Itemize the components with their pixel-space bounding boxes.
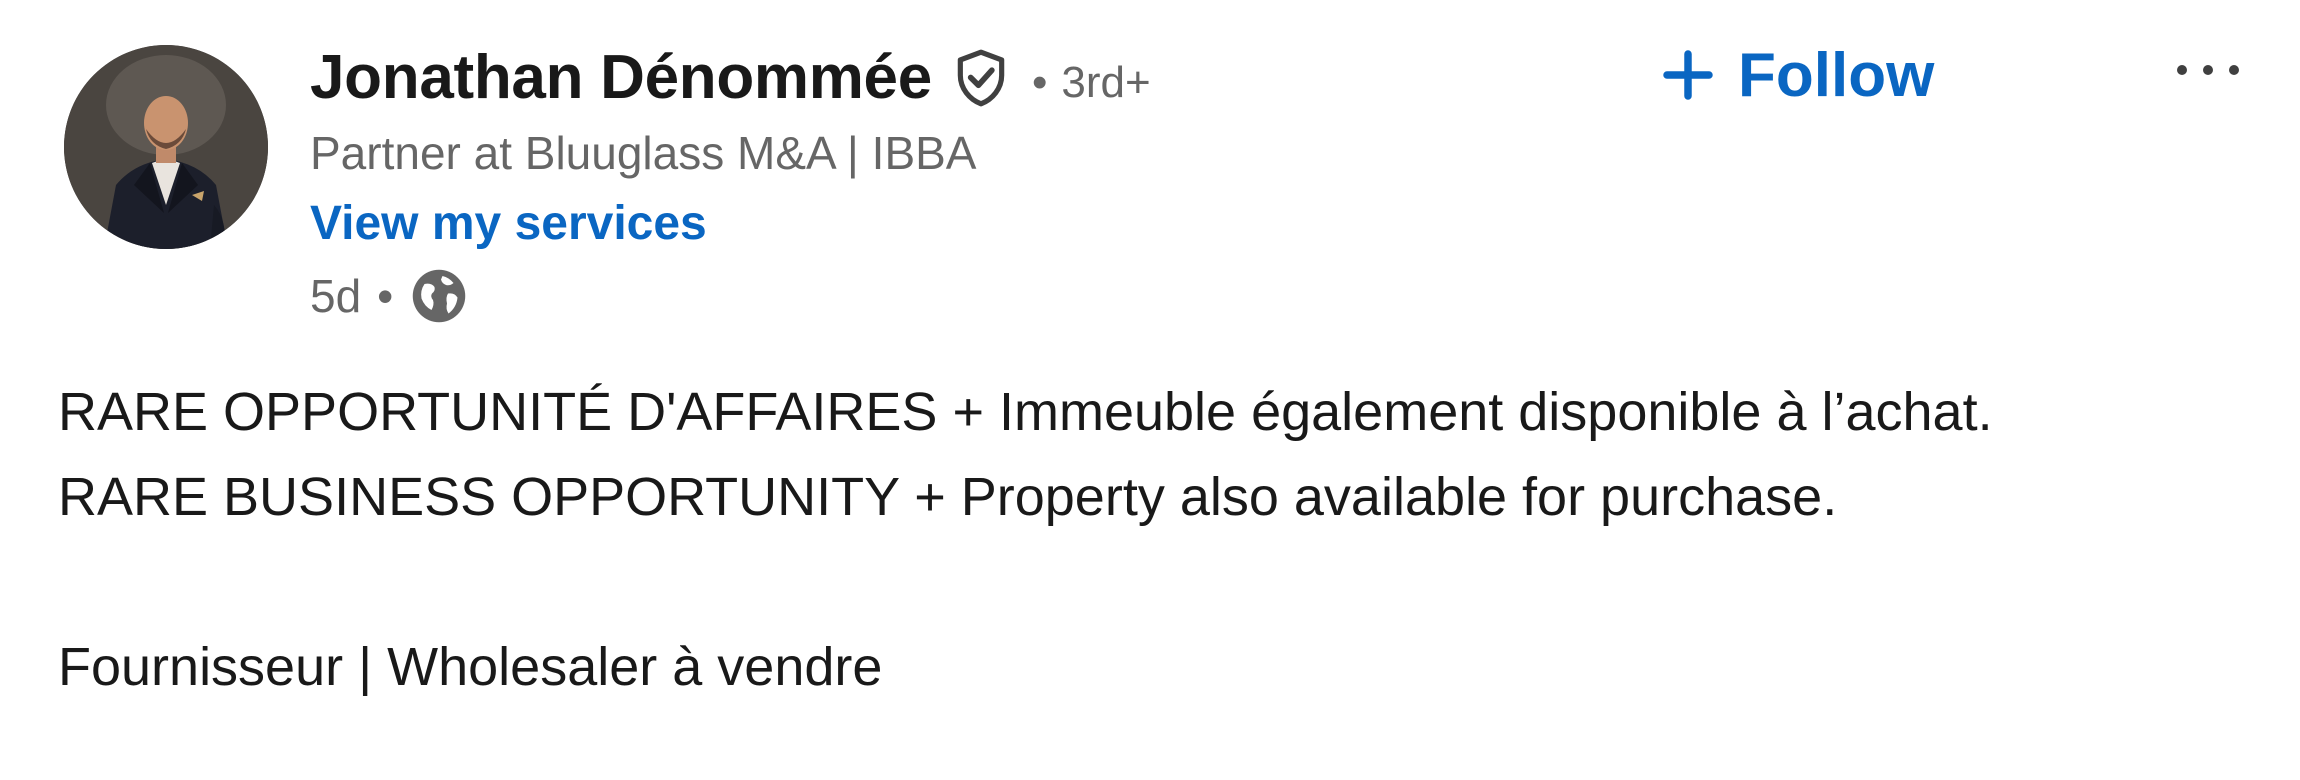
meta-separator: • [377,270,394,322]
verified-shield-icon[interactable] [950,47,1012,109]
commentary-spacer [58,540,2258,625]
post-commentary: RARE OPPORTUNITÉ D'AFFAIRES + Immeuble é… [58,370,2258,710]
actor-name-row: Jonathan Dénommée • 3rd+ [310,42,1151,113]
commentary-line: RARE OPPORTUNITÉ D'AFFAIRES + Immeuble é… [58,382,1993,442]
avatar-photo-icon [64,45,268,249]
follow-label: Follow [1738,40,1935,110]
post-meta: 5d • [310,266,469,326]
post-time[interactable]: 5d [310,269,361,323]
globe-icon [409,266,469,326]
degree-separator: • [1031,57,1048,107]
actor-avatar[interactable] [64,45,268,249]
ellipsis-icon [2177,65,2239,75]
view-services-link[interactable]: View my services [310,196,707,251]
degree-text: 3rd+ [1061,57,1151,107]
connection-degree: • 3rd+ [1032,58,1151,108]
follow-button[interactable]: Follow [1660,30,1934,120]
feed-post: Jonathan Dénommée • 3rd+ Partner at Bluug… [0,0,2300,780]
actor-name[interactable]: Jonathan Dénommée [310,42,932,113]
commentary-line: Fournisseur | Wholesaler à vendre [58,637,883,697]
plus-icon [1660,47,1716,103]
actor-headline: Partner at Bluuglass M&A | IBBA [310,127,977,179]
commentary-line: RARE BUSINESS OPPORTUNITY + Property als… [58,467,1838,527]
more-options-button[interactable] [2168,40,2248,100]
